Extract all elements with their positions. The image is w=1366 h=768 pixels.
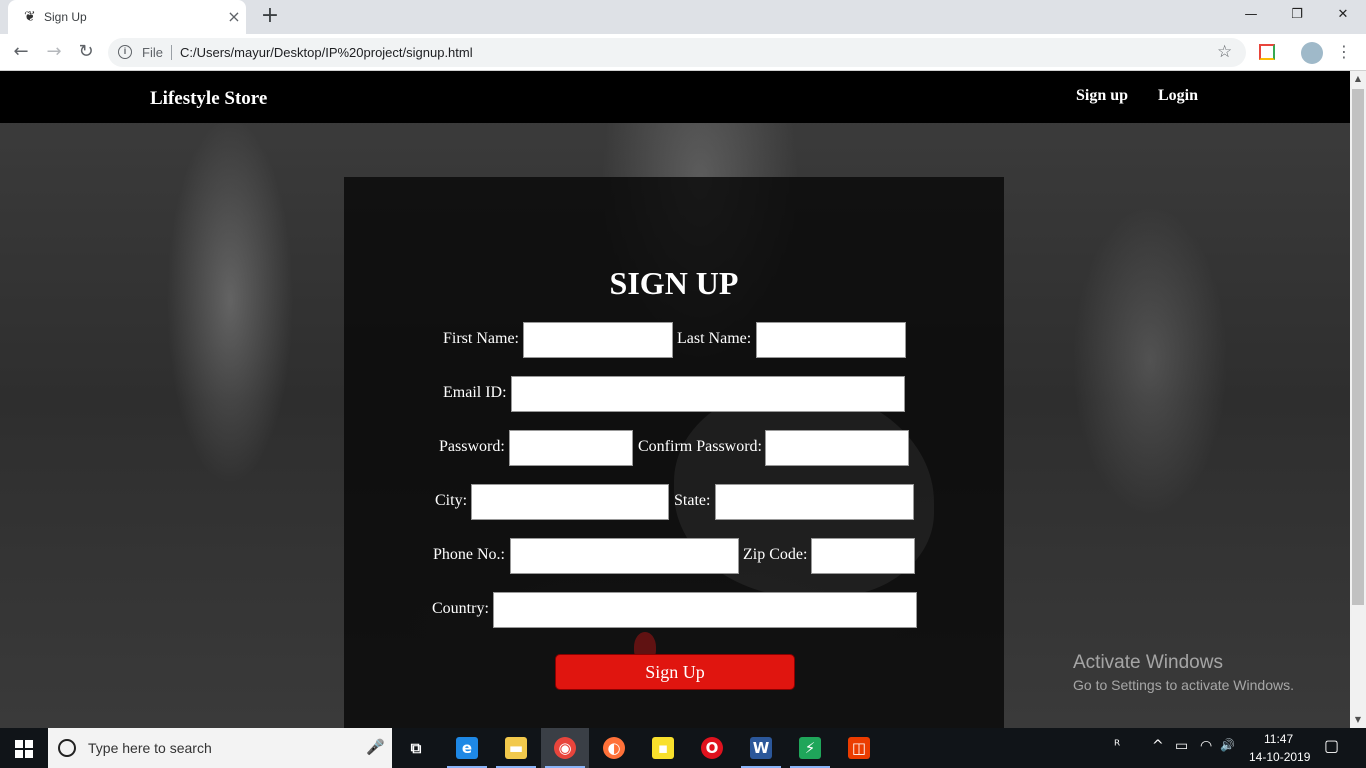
site-navbar: Lifestyle Store Sign up Login	[0, 71, 1350, 123]
restore-button[interactable]: ❐	[1274, 4, 1320, 28]
last-name-label: Last Name:	[677, 330, 752, 347]
volume-icon[interactable]: 🔊	[1220, 738, 1235, 752]
activate-windows-title: Activate Windows	[1073, 652, 1223, 673]
office-icon: ◫	[848, 737, 870, 759]
forward-button[interactable]: →	[43, 42, 65, 64]
scroll-up-icon[interactable]: ▲	[1350, 71, 1366, 87]
taskbar-search[interactable]: Type here to search 🎤	[48, 728, 392, 768]
new-tab-button[interactable]: +	[259, 5, 281, 29]
browser-menu-icon[interactable]: ⋮	[1336, 42, 1352, 62]
page-scrollbar[interactable]: ▲ ▼	[1350, 71, 1366, 728]
taskbar-app-opera[interactable]: O	[688, 728, 736, 768]
wifi-icon[interactable]: ◠	[1200, 738, 1212, 754]
address-bar[interactable]: i File C:/Users/mayur/Desktop/IP%20proje…	[108, 38, 1246, 67]
scroll-down-icon[interactable]: ▼	[1350, 712, 1366, 728]
tab-favicon-icon: ❦	[24, 9, 36, 25]
taskbar-app-chrome[interactable]: ◉	[541, 728, 589, 768]
windows-logo-pane	[25, 740, 33, 748]
people-icon[interactable]: ᴿ	[1114, 738, 1120, 754]
url-text[interactable]: C:/Users/mayur/Desktop/IP%20project/sign…	[180, 45, 473, 60]
microphone-icon[interactable]: 🎤	[366, 738, 385, 756]
brand-logo[interactable]: Lifestyle Store	[150, 88, 267, 110]
site-info-icon[interactable]: i	[118, 45, 132, 59]
cortana-icon	[58, 739, 76, 757]
taskbar-app-edge[interactable]: e	[443, 728, 491, 768]
windows-logo-pane	[25, 750, 33, 758]
firefox-icon: ◐	[603, 737, 625, 759]
signup-form: SIGN UP First Name: Last Name: Email ID:…	[344, 177, 1004, 728]
extension-icon[interactable]	[1259, 44, 1275, 60]
form-title: SIGN UP	[609, 265, 739, 301]
start-button[interactable]	[0, 728, 48, 768]
signup-submit-button[interactable]: Sign Up	[555, 654, 795, 690]
edge-icon: e	[456, 737, 478, 759]
taskbar-app-security-shield[interactable]: ⚡	[786, 728, 834, 768]
notifications-icon[interactable]: ▢	[1324, 736, 1339, 755]
confirm-password-label: Confirm Password:	[638, 438, 762, 455]
first-name-label: First Name:	[443, 330, 519, 347]
city-input[interactable]	[471, 484, 669, 520]
security-shield-icon: ⚡	[799, 737, 821, 759]
tab-strip: ❦ Sign Up × + — ❐ ✕	[0, 0, 1366, 34]
phone-label: Phone No.:	[433, 546, 505, 563]
word-icon: W	[750, 737, 772, 759]
tab-title: Sign Up	[44, 10, 87, 24]
window-close-button[interactable]: ✕	[1320, 4, 1366, 28]
email-label: Email ID:	[443, 384, 507, 401]
email-input[interactable]	[511, 376, 905, 412]
bookmark-star-icon[interactable]: ☆	[1217, 42, 1232, 62]
taskbar-app-sticky-notes[interactable]: ▪	[639, 728, 687, 768]
opera-icon: O	[701, 737, 723, 759]
chrome-icon: ◉	[554, 737, 576, 759]
taskbar-app-file-explorer[interactable]: ▬	[492, 728, 540, 768]
password-label: Password:	[439, 438, 505, 455]
taskbar-app-office[interactable]: ◫	[835, 728, 883, 768]
task-view-icon: ⧉	[410, 739, 422, 757]
file-explorer-icon: ▬	[505, 737, 527, 759]
taskbar-app-firefox[interactable]: ◐	[590, 728, 638, 768]
scroll-thumb[interactable]	[1352, 89, 1364, 605]
taskbar-app-task-view[interactable]: ⧉	[392, 728, 440, 768]
clock-date[interactable]: 14-10-2019	[1249, 750, 1310, 764]
battery-icon[interactable]: ▭	[1175, 738, 1188, 754]
reload-button[interactable]: ↻	[75, 42, 97, 64]
nav-link-signup[interactable]: Sign up	[1076, 87, 1128, 105]
scheme-label: File	[142, 45, 163, 60]
windows-taskbar: Type here to search 🎤 ⧉ e ▬ ◉ ◐ ▪ O W ⚡ ◫ ᴿ ^ ▭ ◠…	[0, 728, 1366, 768]
last-name-input[interactable]	[756, 322, 906, 358]
browser-toolbar: ← → ↻ i File C:/Users/mayur/Desktop/IP%2…	[0, 34, 1366, 71]
first-name-input[interactable]	[523, 322, 673, 358]
zip-code-input[interactable]	[811, 538, 915, 574]
tab-close-icon[interactable]: ×	[226, 7, 242, 27]
tab-signup[interactable]: ❦ Sign Up ×	[8, 0, 246, 34]
city-label: City:	[435, 492, 468, 509]
confirm-password-input[interactable]	[765, 430, 909, 466]
state-input[interactable]	[715, 484, 914, 520]
country-input[interactable]	[493, 592, 917, 628]
profile-avatar[interactable]	[1301, 42, 1323, 64]
clock-time[interactable]: 11:47	[1264, 732, 1293, 746]
page-viewport: Lifestyle Store Sign up Login SIGN UP Fi…	[0, 71, 1350, 728]
password-input[interactable]	[509, 430, 633, 466]
omnibox-divider	[171, 45, 172, 60]
tray-chevron-icon[interactable]: ^	[1152, 738, 1164, 754]
search-placeholder: Type here to search	[88, 740, 212, 756]
minimize-button[interactable]: —	[1228, 4, 1274, 28]
activate-windows-subtitle: Go to Settings to activate Windows.	[1073, 677, 1294, 693]
state-label: State:	[674, 492, 711, 509]
back-button[interactable]: ←	[10, 42, 32, 64]
phone-input[interactable]	[510, 538, 739, 574]
sticky-notes-icon: ▪	[652, 737, 674, 759]
zip-code-label: Zip Code:	[743, 546, 808, 563]
country-label: Country:	[432, 600, 489, 617]
windows-logo-pane	[15, 750, 23, 758]
taskbar-app-word[interactable]: W	[737, 728, 785, 768]
nav-link-login[interactable]: Login	[1158, 87, 1198, 105]
windows-logo-icon	[15, 740, 23, 748]
